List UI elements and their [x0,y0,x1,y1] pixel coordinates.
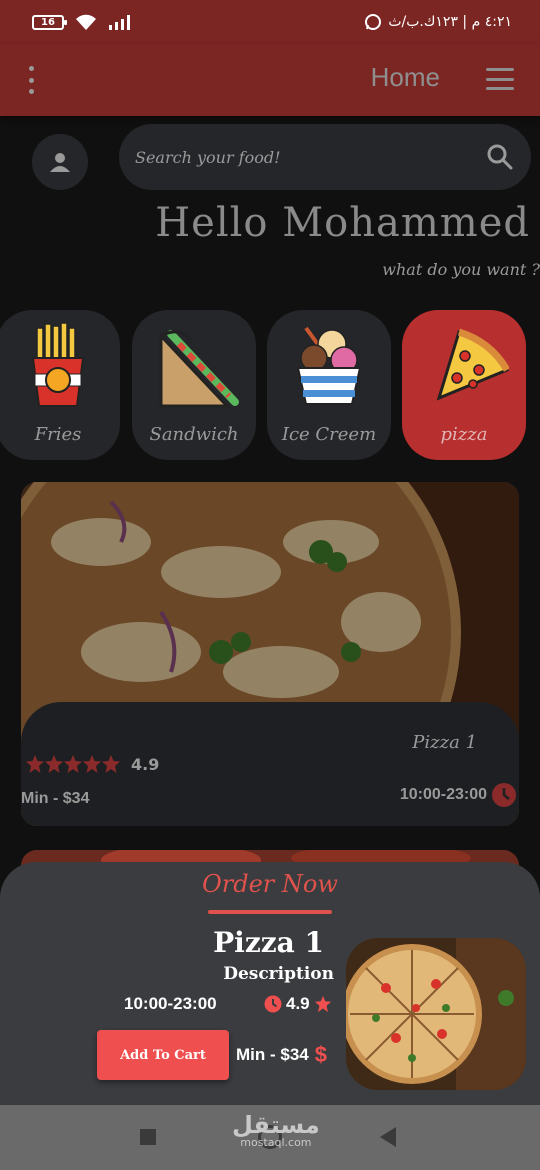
app-bar: Home [0,44,540,116]
battery-icon: 16 [32,14,67,30]
order-item-description: Description [223,964,334,984]
rating-stars: 4.9 [25,754,159,774]
user-icon [50,153,70,172]
category-label: pizza [440,424,488,445]
sandwich-icon [159,330,239,408]
order-rating: 4.9 [264,994,332,1014]
fries-icon [31,322,85,407]
category-fries[interactable]: Fries [0,310,120,460]
order-item-image [346,938,526,1090]
food-card-info: Pizza 1 4.9 Min - $34 10:00-23:00 [21,702,519,826]
recent-apps-button[interactable] [140,1129,156,1145]
food-name: Pizza 1 [412,732,477,753]
more-options-icon[interactable] [22,66,40,94]
category-label: Sandwich [149,424,239,445]
whatsapp-icon [365,14,382,30]
dollar-icon: $ [314,1042,327,1067]
min-price-text: Min - $34 [236,1045,309,1064]
status-right: ٤:٢١ م | ١٢٣ك.ب/ث [364,13,512,31]
system-nav-bar: مستقل mostaql.com [0,1105,540,1170]
pizza-icon [436,328,509,401]
signal-icon [109,15,130,30]
clock-icon [492,783,516,807]
category-ice-cream[interactable]: Ice Creem [267,310,391,460]
order-sheet-title: Order Now [202,870,338,898]
menu-icon[interactable] [486,68,514,90]
opening-hours: 10:00-23:00 [400,782,517,808]
hours-text: 10:00-23:00 [399,786,487,803]
watermark: مستقل mostaql.com [232,1113,320,1149]
category-sandwich[interactable]: Sandwich [132,310,256,460]
order-min-price: Min - $34 $ [236,1042,327,1068]
food-card[interactable]: Pizza 1 4.9 Min - $34 10:00-23:00 [21,482,519,826]
greeting-title: Hello Mohammed [155,200,530,246]
search-bar [119,124,531,190]
star-icon [314,995,331,1013]
category-label: Ice Creem [281,424,377,445]
wifi-icon [76,14,96,30]
order-hours: 10:00-23:00 [124,994,217,1013]
rating-value: 4.9 [286,994,310,1013]
rating-value: 4.9 [131,754,160,774]
search-input[interactable] [135,147,485,167]
add-to-cart-button[interactable]: Add To Cart [97,1030,229,1080]
greeting-subtitle: what do you want ? [382,260,540,279]
category-list: Fries Sandwich Ice Creem pizza [0,310,540,460]
clock-icon [264,995,282,1013]
order-item-name: Pizza 1 [213,926,324,959]
min-price: Min - $34 [21,790,90,807]
avatar[interactable] [32,134,88,190]
back-button[interactable] [380,1127,396,1147]
status-time: ٤:٢١ م | ١٢٣ك.ب/ث [388,14,512,30]
category-label: Fries [34,424,82,445]
ice-cream-icon [296,326,362,405]
order-sheet: Order Now Pizza 1 Description 10:00-23:0… [0,862,540,1105]
page-title: Home [370,62,440,92]
category-pizza[interactable]: pizza [402,310,526,460]
search-icon[interactable] [485,142,515,172]
watermark-subtext: mostaql.com [240,1136,312,1149]
title-underline [208,910,332,914]
star-icon [26,755,120,773]
pizza-photo [346,938,526,1090]
status-bar: 16 ٤:٢١ م | ١٢٣ك.ب/ث [0,0,540,44]
watermark-text: مستقل [232,1111,320,1139]
status-left: 16 [32,13,134,31]
